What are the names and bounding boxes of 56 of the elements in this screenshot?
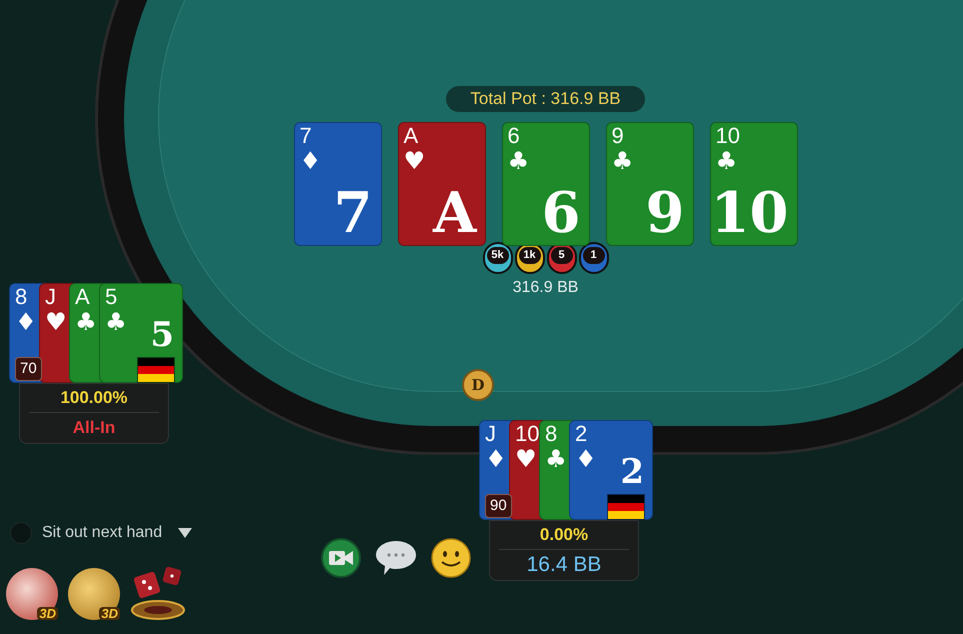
card-suit: ♦	[485, 447, 507, 472]
all-in-status: All-In	[72, 417, 116, 439]
pot-amount: 316.9 BB	[512, 278, 578, 298]
card-rank: 5	[105, 286, 118, 308]
card-rank: 10	[515, 423, 540, 445]
chat-bubble-icon[interactable]	[375, 539, 417, 577]
card-rank: 8	[15, 286, 28, 308]
level-label: 70	[20, 358, 37, 379]
equity-percent: 0.00%	[540, 524, 588, 546]
level-label: 90	[490, 496, 507, 516]
card-rank-large: 2	[620, 455, 644, 489]
smiley-icon[interactable]	[431, 538, 471, 578]
card-rank-large: A	[433, 185, 476, 241]
video-button[interactable]	[321, 538, 361, 578]
card-rank: 10	[716, 125, 740, 147]
card-suit: ♥	[515, 447, 537, 472]
card-suit: ♣	[105, 310, 127, 334]
video-camera-icon	[329, 550, 353, 566]
chip-stack-amount: 16.4 BB	[526, 552, 602, 578]
total-pot-label: Total Pot : 316.9 BB	[446, 86, 645, 112]
animated-sticker[interactable]: 3D	[6, 568, 58, 620]
chip-label: 5k	[486, 247, 508, 264]
card-suit: ♥	[404, 149, 426, 174]
card-suit: ♥	[45, 310, 67, 334]
card-suit: ♦	[575, 447, 597, 472]
card-rank: 6	[508, 125, 520, 147]
card-suit: ♣	[508, 149, 530, 174]
card-rank: J	[45, 286, 56, 308]
sit-out-label[interactable]: Sit out next hand	[42, 521, 162, 545]
card-rank: 2	[575, 423, 588, 445]
chip-label: 1	[582, 247, 604, 264]
card-suit: ♣	[612, 149, 634, 174]
card-rank: A	[75, 286, 90, 308]
card-rank: 9	[612, 125, 624, 147]
dice-roulette-icon[interactable]	[130, 566, 186, 620]
sticker-label: 3D	[37, 607, 58, 620]
card-rank-large: 5	[150, 318, 174, 352]
card-rank: A	[404, 125, 418, 147]
chip-label: 5	[550, 247, 572, 264]
sticker-label: 3D	[99, 607, 120, 620]
card-rank-large: 6	[542, 185, 580, 241]
card-suit: ♣	[75, 310, 97, 334]
card-rank: 7	[300, 125, 312, 147]
caret-icon[interactable]	[178, 528, 192, 538]
card-rank: J	[485, 423, 496, 445]
card-rank-large: 10	[710, 185, 788, 241]
chip-label: 1k	[518, 247, 540, 264]
card-rank-large: 9	[646, 185, 684, 241]
card-rank-large: 7	[334, 185, 372, 241]
card-suit: ♦	[300, 149, 322, 174]
animated-sticker[interactable]: 3D	[68, 568, 120, 620]
card-suit: ♣	[716, 149, 738, 174]
card-suit: ♦	[15, 310, 37, 334]
card-suit: ♣	[545, 447, 567, 472]
card-rank: 8	[545, 423, 558, 445]
equity-percent: 100.00%	[60, 387, 128, 409]
